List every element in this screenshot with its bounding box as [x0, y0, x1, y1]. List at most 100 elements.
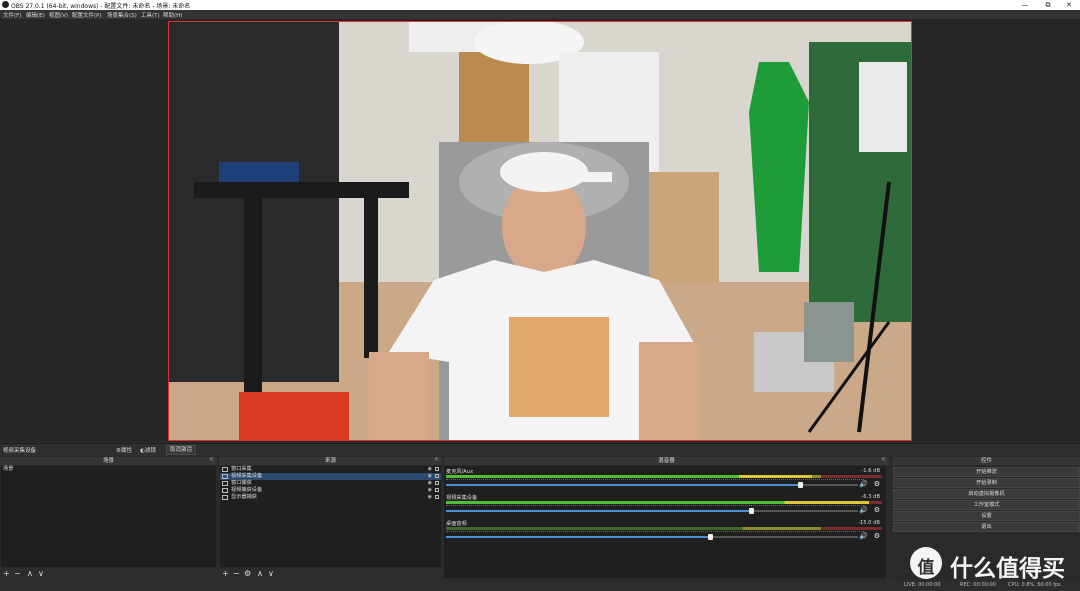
start-streaming-button[interactable]: 开始推流	[893, 467, 1080, 477]
scene-up-button[interactable]: ∧	[27, 569, 33, 578]
close-button[interactable]: ✕	[1058, 0, 1080, 10]
lock-icon[interactable]	[435, 474, 439, 478]
channel-name: 视频采集设备	[446, 495, 478, 501]
scene-item[interactable]: 场景	[1, 466, 216, 473]
dock-float-icon[interactable]: ⇱	[210, 457, 214, 463]
volume-meter	[446, 527, 882, 530]
gear-icon[interactable]: ⚙	[874, 532, 880, 540]
scenes-header: 场景	[0, 457, 217, 465]
remove-scene-button[interactable]: −	[14, 569, 21, 578]
scene-list[interactable]: 场景	[1, 466, 216, 567]
deactivate-button[interactable]: 取消激活	[166, 445, 197, 455]
sources-dock: 来源 ⇱ 窗口采集 ◉ 视频采集设备 ◉ 窗口捕获 ◉ 视频捕获设备 ◉ 显示器捕获 ◉ …	[219, 457, 442, 579]
menu-file[interactable]: 文件(F)	[3, 11, 21, 19]
source-item[interactable]: 窗口捕获 ◉	[220, 480, 441, 487]
source-settings-button[interactable]: ⚙	[244, 569, 251, 578]
slider-handle[interactable]	[707, 534, 713, 540]
camera-frame-image	[169, 22, 911, 440]
restore-button[interactable]: ⧉	[1037, 0, 1059, 10]
speaker-icon[interactable]: 🔊	[859, 480, 868, 488]
dock-float-icon[interactable]: ⇱	[882, 457, 886, 463]
source-item-selected[interactable]: 视频采集设备 ◉	[220, 473, 441, 480]
channel-db: -1.6 dB	[861, 468, 880, 474]
remove-source-button[interactable]: −	[233, 569, 240, 578]
window-title: OBS 27.0.1 (64-bit, windows) - 配置文件: 未命名…	[11, 3, 191, 10]
source-item[interactable]: 视频捕获设备 ◉	[220, 487, 441, 494]
lock-icon[interactable]	[435, 488, 439, 492]
controls-buttons: 开始推流 开始录制 启动虚拟摄像机 工作室模式 设置 退出	[893, 467, 1080, 533]
dock-float-icon[interactable]: ⇱	[435, 457, 439, 463]
menu-view[interactable]: 视图(V)	[49, 11, 68, 19]
exit-button[interactable]: 退出	[893, 522, 1080, 532]
mixer-channel: 麦克风/Aux -1.6 dB 🔊 ⚙	[446, 468, 884, 494]
slider-handle[interactable]	[748, 508, 754, 514]
meter-level	[446, 501, 869, 504]
studio-mode-button[interactable]: 工作室模式	[893, 500, 1080, 510]
camera-icon	[222, 474, 228, 479]
scenes-dock: 场景 ⇱ 场景 + − ∧ ∨	[0, 457, 217, 579]
minimize-button[interactable]: —	[1014, 0, 1036, 10]
visibility-eye-icon[interactable]: ◉	[428, 480, 432, 487]
menu-tools[interactable]: 工具(T)	[141, 11, 160, 19]
source-down-button[interactable]: ∨	[268, 569, 274, 578]
gear-icon[interactable]: ⚙	[874, 480, 880, 488]
selected-source-label: 视频采集设备	[3, 448, 37, 454]
source-item[interactable]: 显示器捕获 ◉	[220, 494, 441, 501]
meter-level	[446, 475, 813, 478]
gear-icon[interactable]: ⚙	[874, 506, 880, 514]
menu-bar: 文件(F) 编辑(E) 视图(V) 配置文件(P) 场景集合(S) 工具(T) …	[0, 10, 1080, 19]
menu-help[interactable]: 帮助(H)	[163, 11, 182, 19]
controls-header: 控件	[893, 457, 1080, 465]
add-source-button[interactable]: +	[222, 569, 229, 578]
menu-edit[interactable]: 编辑(E)	[26, 11, 45, 19]
visibility-eye-icon[interactable]: ◉	[428, 473, 432, 480]
channel-name: 桌面音频	[446, 521, 467, 527]
title-bar: OBS 27.0.1 (64-bit, windows) - 配置文件: 未命名…	[0, 0, 1080, 10]
channel-db: -6.3 dB	[861, 494, 880, 500]
source-item[interactable]: 窗口采集 ◉	[220, 466, 441, 473]
channel-db: -15.0 dB	[858, 520, 880, 526]
visibility-eye-icon[interactable]: ◉	[428, 487, 432, 494]
smzdm-logo-icon: 值	[910, 547, 942, 579]
window-capture-icon	[222, 467, 228, 472]
obs-logo-icon	[2, 1, 9, 8]
slider-handle[interactable]	[798, 482, 804, 488]
volume-meter	[446, 501, 882, 504]
mixer-channel: 桌面音频 -15.0 dB 🔊 ⚙	[446, 520, 884, 546]
scenes-toolbar: + − ∧ ∨	[0, 568, 217, 579]
speaker-icon[interactable]: 🔊	[859, 506, 868, 514]
sources-toolbar: + − ⚙ ∧ ∨	[219, 568, 442, 579]
video-preview[interactable]	[168, 21, 912, 441]
camera-icon	[222, 488, 228, 493]
properties-button[interactable]: ⚙属性	[116, 446, 132, 454]
source-list[interactable]: 窗口采集 ◉ 视频采集设备 ◉ 窗口捕获 ◉ 视频捕获设备 ◉ 显示器捕获 ◉	[220, 466, 441, 567]
lock-icon[interactable]	[435, 495, 439, 499]
start-recording-button[interactable]: 开始录制	[893, 478, 1080, 488]
watermark: 值 什么值得买	[908, 545, 1078, 583]
lock-icon[interactable]	[435, 481, 439, 485]
visibility-eye-icon[interactable]: ◉	[428, 466, 432, 473]
mixer-header: 混音器	[444, 457, 889, 465]
volume-slider[interactable]	[446, 508, 858, 514]
volume-slider[interactable]	[446, 534, 858, 540]
sources-header: 来源	[219, 457, 442, 465]
scene-down-button[interactable]: ∨	[38, 569, 44, 578]
volume-meter	[446, 475, 882, 478]
settings-button[interactable]: 设置	[893, 511, 1080, 521]
speaker-icon[interactable]: 🔊	[859, 532, 868, 540]
mixer-channel: 视频采集设备 -6.3 dB 🔊 ⚙	[446, 494, 884, 520]
window-capture-icon	[222, 481, 228, 486]
start-virtual-camera-button[interactable]: 启动虚拟摄像机	[893, 489, 1080, 499]
monitor-icon	[222, 495, 228, 500]
watermark-text: 什么值得买	[950, 556, 1065, 582]
channel-name: 麦克风/Aux	[446, 469, 474, 475]
menu-scene-collection[interactable]: 场景集合(S)	[107, 11, 137, 19]
volume-slider[interactable]	[446, 482, 858, 488]
mixer-dock: 混音器 ⇱	[444, 457, 889, 466]
add-scene-button[interactable]: +	[3, 569, 10, 578]
visibility-eye-icon[interactable]: ◉	[428, 494, 432, 501]
menu-profile[interactable]: 配置文件(P)	[72, 11, 102, 19]
lock-icon[interactable]	[435, 467, 439, 471]
source-up-button[interactable]: ∧	[257, 569, 263, 578]
filters-button[interactable]: ◐滤镜	[140, 446, 156, 454]
